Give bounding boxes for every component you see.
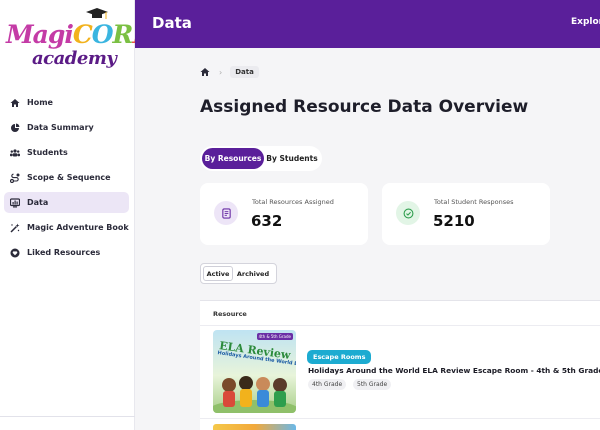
home-icon[interactable] bbox=[200, 67, 210, 77]
thumbnail-illustration bbox=[213, 376, 296, 413]
grade-chip: 5th Grade bbox=[353, 379, 392, 390]
logo-top-text: MagiCORE bbox=[6, 20, 151, 49]
students-icon bbox=[10, 148, 20, 158]
sidebar-item-scope-sequence[interactable]: Scope & Sequence bbox=[4, 167, 129, 188]
pie-chart-icon bbox=[10, 123, 20, 133]
magicore-logo[interactable]: MagiCORE academy bbox=[6, 8, 151, 70]
top-header: Data Explore bbox=[135, 0, 600, 48]
sidebar-item-label: Liked Resources bbox=[27, 248, 101, 257]
page-title: Assigned Resource Data Overview bbox=[200, 97, 529, 117]
sidebar-item-label: Students bbox=[27, 148, 68, 157]
wand-icon bbox=[10, 223, 20, 233]
total-resources-card: Total Resources Assigned 632 bbox=[200, 183, 368, 245]
explore-link[interactable]: Explore bbox=[571, 17, 600, 27]
table-header-resource: Resource bbox=[200, 301, 600, 326]
sidebar-item-home[interactable]: Home bbox=[4, 92, 129, 113]
breadcrumb-current: Data bbox=[230, 66, 259, 78]
home-icon bbox=[10, 98, 20, 108]
heart-icon bbox=[10, 248, 20, 258]
sidebar-item-data-summary[interactable]: Data Summary bbox=[4, 117, 129, 138]
sidebar-item-magic-adventure-book[interactable]: Magic Adventure Book bbox=[4, 217, 129, 238]
resource-table: Resource 4th & 5th Grade ELA Review Holi… bbox=[200, 300, 600, 430]
total-responses-card: Total Student Responses 5210 bbox=[382, 183, 550, 245]
sidebar-nav: Home Data Summary Students Scope & Seque… bbox=[0, 92, 135, 267]
by-students-tab[interactable]: By Students bbox=[264, 148, 320, 169]
resource-thumbnail[interactable] bbox=[213, 424, 296, 430]
archived-filter-button[interactable]: Archived bbox=[233, 266, 273, 281]
header-title: Data bbox=[152, 14, 192, 32]
row-divider bbox=[200, 418, 600, 419]
sidebar-item-liked-resources[interactable]: Liked Resources bbox=[4, 242, 129, 263]
active-filter-button[interactable]: Active bbox=[203, 266, 233, 281]
sidebar-item-label: Home bbox=[27, 98, 53, 107]
sidebar-item-label: Scope & Sequence bbox=[27, 173, 111, 182]
resource-title[interactable]: Holidays Around the World ELA Review Esc… bbox=[308, 366, 600, 375]
stat-label: Total Student Responses bbox=[434, 198, 514, 206]
stat-label: Total Resources Assigned bbox=[252, 198, 334, 206]
sidebar-item-label: Data Summary bbox=[27, 123, 94, 132]
chevron-right-icon: › bbox=[219, 67, 223, 77]
sidebar-item-label: Magic Adventure Book bbox=[27, 223, 129, 232]
status-filter: Active Archived bbox=[200, 263, 277, 284]
logo-bottom-text: academy bbox=[32, 48, 117, 69]
data-icon bbox=[10, 197, 20, 208]
resource-thumbnail[interactable]: 4th & 5th Grade ELA Review Holidays Arou… bbox=[213, 330, 296, 413]
sidebar: MagiCORE academy Home Data Summary Stude… bbox=[0, 0, 151, 430]
breadcrumb: › Data bbox=[200, 66, 259, 78]
stat-value: 632 bbox=[251, 212, 283, 230]
sidebar-item-label: Data bbox=[27, 198, 49, 207]
category-badge: Escape Rooms bbox=[307, 350, 372, 364]
resource-icon bbox=[214, 201, 238, 225]
grade-chip: 4th Grade bbox=[308, 379, 347, 390]
route-icon bbox=[10, 173, 20, 183]
sidebar-item-students[interactable]: Students bbox=[4, 142, 129, 163]
sidebar-item-data[interactable]: Data bbox=[4, 192, 129, 213]
check-circle-icon bbox=[396, 201, 420, 225]
by-resources-tab[interactable]: By Resources bbox=[202, 148, 264, 169]
view-toggle: By Resources By Students bbox=[200, 146, 322, 171]
stat-value: 5210 bbox=[433, 212, 475, 230]
sidebar-divider bbox=[0, 416, 135, 417]
